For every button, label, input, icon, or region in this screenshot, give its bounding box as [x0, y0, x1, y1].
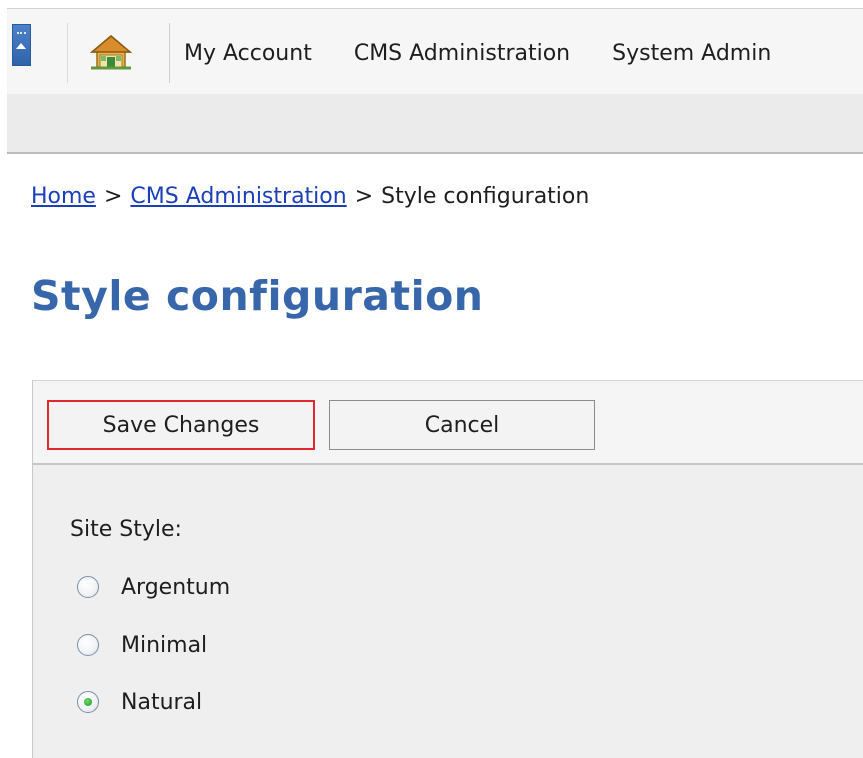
- nav-item-system-admin[interactable]: System Admin: [598, 41, 771, 66]
- radio-button-argentum[interactable]: [77, 576, 99, 598]
- home-button[interactable]: [67, 23, 170, 83]
- radio-option-minimal[interactable]: Minimal: [77, 630, 207, 660]
- home-icon: [89, 35, 133, 70]
- top-navigation: My Account CMS Administration System Adm…: [7, 8, 863, 95]
- breadcrumb: Home > CMS Administration > Style configurat…: [31, 184, 589, 209]
- breadcrumb-separator: >: [103, 184, 123, 209]
- site-style-label: Site Style:: [70, 517, 182, 542]
- radio-button-natural[interactable]: [77, 691, 99, 713]
- radio-button-minimal[interactable]: [77, 634, 99, 656]
- collapse-up-icon[interactable]: [12, 24, 31, 66]
- breadcrumb-current: Style configuration: [381, 184, 590, 209]
- form-toolbar: Save Changes Cancel: [33, 381, 863, 465]
- page: My Account CMS Administration System Adm…: [0, 0, 863, 758]
- breadcrumb-home-link[interactable]: Home: [31, 184, 96, 209]
- form-area: Site Style: Argentum Minimal Natural: [33, 465, 863, 758]
- arrow-up-icon: [16, 43, 26, 49]
- radio-option-natural[interactable]: Natural: [77, 687, 202, 717]
- nav-item-my-account[interactable]: My Account: [170, 41, 312, 66]
- collapse-dots: [17, 32, 26, 36]
- radio-option-argentum[interactable]: Argentum: [77, 572, 230, 602]
- sub-navigation-bar: [7, 94, 863, 154]
- radio-label-natural[interactable]: Natural: [121, 690, 202, 715]
- page-title: Style configuration: [31, 272, 484, 320]
- nav-menu: My Account CMS Administration System Adm…: [169, 23, 799, 83]
- breadcrumb-cms-administration-link[interactable]: CMS Administration: [130, 184, 346, 209]
- save-changes-button[interactable]: Save Changes: [47, 400, 315, 450]
- style-config-panel: Save Changes Cancel Site Style: Argentum…: [32, 380, 863, 758]
- breadcrumb-separator: >: [354, 184, 374, 209]
- cancel-button[interactable]: Cancel: [329, 400, 595, 450]
- radio-label-argentum[interactable]: Argentum: [121, 575, 230, 600]
- nav-item-cms-administration[interactable]: CMS Administration: [340, 41, 570, 66]
- radio-label-minimal[interactable]: Minimal: [121, 633, 207, 658]
